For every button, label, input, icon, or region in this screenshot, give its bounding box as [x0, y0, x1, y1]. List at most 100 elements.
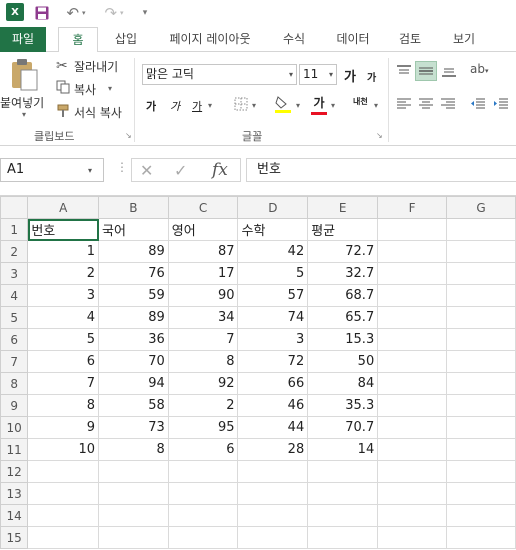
cell[interactable]: 89	[98, 306, 169, 329]
tab-home[interactable]: 홈	[58, 27, 98, 53]
cell[interactable]	[307, 460, 379, 483]
fill-color-icon[interactable]	[274, 94, 292, 114]
tab-page-layout[interactable]: 페이지 레이아웃	[160, 27, 260, 52]
cell[interactable]	[377, 240, 448, 263]
tab-formulas[interactable]: 수식	[280, 27, 308, 52]
cell[interactable]	[446, 306, 516, 329]
column-header[interactable]: B	[98, 196, 169, 219]
cell[interactable]	[446, 240, 516, 263]
cell[interactable]	[307, 526, 379, 549]
select-all-corner[interactable]	[0, 196, 29, 219]
cell[interactable]: 73	[98, 416, 169, 439]
cell[interactable]: 2	[167, 394, 239, 417]
grow-font-button[interactable]: 가	[344, 66, 356, 85]
row-header[interactable]: 2	[0, 240, 29, 263]
row-header[interactable]: 4	[0, 284, 29, 307]
cell[interactable]: 72.7	[307, 240, 379, 263]
cell[interactable]: 5	[27, 328, 100, 351]
font-name-dropdown-icon[interactable]: ▾	[289, 65, 293, 84]
cell[interactable]: 15.3	[307, 328, 379, 351]
cell[interactable]: 1	[27, 240, 100, 263]
underline-button[interactable]: 가	[192, 98, 202, 114]
cell[interactable]	[446, 350, 516, 373]
row-header[interactable]: 3	[0, 262, 29, 285]
cell[interactable]	[27, 526, 100, 549]
column-header[interactable]: D	[237, 196, 309, 219]
cell[interactable]	[446, 504, 516, 527]
format-painter-button[interactable]: 서식 복사	[74, 104, 122, 121]
cell[interactable]: 89	[98, 240, 169, 263]
decrease-indent-icon[interactable]	[470, 98, 486, 110]
row-header[interactable]: 12	[0, 460, 29, 483]
cell[interactable]: 66	[237, 372, 309, 395]
cancel-icon[interactable]: ✕	[140, 161, 153, 180]
cell[interactable]	[446, 526, 516, 549]
cell[interactable]: 95	[167, 416, 239, 439]
cell[interactable]: 8	[167, 350, 239, 373]
phonetic-button[interactable]: 내천	[353, 96, 368, 107]
cell[interactable]: 7	[167, 328, 239, 351]
redo-icon[interactable]: ↷ ▾	[100, 3, 128, 23]
row-header[interactable]: 14	[0, 504, 29, 527]
cell[interactable]	[237, 526, 309, 549]
borders-dropdown-icon[interactable]: ▾	[252, 101, 256, 110]
font-size-combo[interactable]: 11 ▾	[299, 64, 337, 85]
borders-icon[interactable]	[233, 96, 249, 112]
cell[interactable]: 영어	[167, 218, 239, 241]
cell[interactable]	[98, 504, 169, 527]
enter-icon[interactable]: ✓	[174, 161, 187, 180]
paste-button[interactable]: 붙여넣기	[0, 94, 44, 111]
cell[interactable]	[377, 350, 448, 373]
cell[interactable]: 8	[98, 438, 169, 461]
cell[interactable]: 3	[27, 284, 100, 307]
cell[interactable]	[98, 460, 169, 483]
column-header[interactable]: C	[167, 196, 239, 219]
cell[interactable]	[446, 394, 516, 417]
cell[interactable]: 6	[167, 438, 239, 461]
cell[interactable]	[446, 438, 516, 461]
underline-dropdown-icon[interactable]: ▾	[208, 101, 212, 110]
align-bottom-icon[interactable]	[441, 64, 457, 78]
column-header[interactable]: A	[27, 196, 100, 219]
cell[interactable]: 70.7	[307, 416, 379, 439]
align-right-icon[interactable]	[440, 98, 456, 110]
cell[interactable]	[377, 504, 448, 527]
cell[interactable]: 7	[27, 372, 100, 395]
undo-icon[interactable]: ↶ ▾	[62, 3, 90, 23]
cell[interactable]: 42	[237, 240, 309, 263]
cell[interactable]	[307, 504, 379, 527]
cell[interactable]: 14	[307, 438, 379, 461]
cell[interactable]: 2	[27, 262, 100, 285]
tab-data[interactable]: 데이터	[333, 27, 373, 52]
cell[interactable]: 32.7	[307, 262, 379, 285]
cell[interactable]	[446, 218, 516, 241]
cell[interactable]: 번호	[27, 218, 100, 241]
cell[interactable]: 74	[237, 306, 309, 329]
paste-icon[interactable]	[8, 58, 48, 96]
cell[interactable]: 6	[27, 350, 100, 373]
fill-color-dropdown-icon[interactable]: ▾	[296, 101, 300, 110]
align-top-icon[interactable]	[396, 64, 412, 78]
row-header[interactable]: 5	[0, 306, 29, 329]
cell[interactable]	[446, 328, 516, 351]
cell[interactable]	[377, 416, 448, 439]
cell[interactable]: 70	[98, 350, 169, 373]
shrink-font-button[interactable]: 가	[367, 69, 376, 84]
cell[interactable]	[377, 460, 448, 483]
cell[interactable]: 65.7	[307, 306, 379, 329]
tab-view[interactable]: 보기	[450, 27, 478, 52]
cell[interactable]	[377, 328, 448, 351]
cell[interactable]: 5	[237, 262, 309, 285]
cell[interactable]: 34	[167, 306, 239, 329]
paste-dropdown-icon[interactable]: ▾	[22, 110, 26, 119]
cell[interactable]: 59	[98, 284, 169, 307]
cell[interactable]	[98, 482, 169, 505]
cell[interactable]	[237, 504, 309, 527]
cell[interactable]	[27, 482, 100, 505]
row-header[interactable]: 15	[0, 526, 29, 549]
cell[interactable]	[377, 218, 448, 241]
column-header[interactable]: E	[307, 196, 379, 219]
cell[interactable]: 57	[237, 284, 309, 307]
bold-button[interactable]: 가	[146, 98, 156, 114]
cell[interactable]: 36	[98, 328, 169, 351]
